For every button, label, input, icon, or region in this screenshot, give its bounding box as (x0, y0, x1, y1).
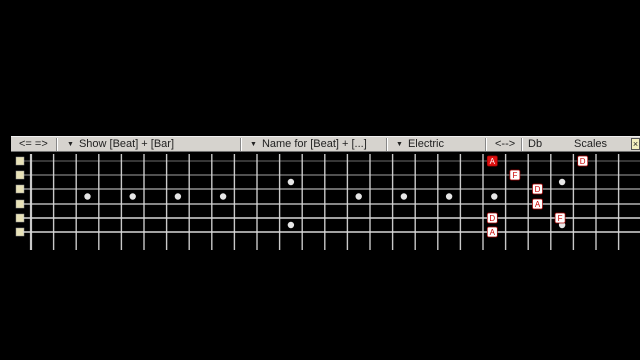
fretboard[interactable]: ADFDAFDA (11, 152, 640, 250)
fret-marker-dot (129, 193, 136, 200)
fretboard-canvas[interactable]: A DFDAFDA (11, 152, 640, 250)
note-label: F (512, 171, 517, 180)
toolbar-divider (240, 138, 242, 151)
note-label: D (489, 214, 495, 223)
fret-marker-dot (400, 193, 408, 200)
fret-marker-dot (287, 178, 295, 186)
note-marker[interactable]: D (486, 212, 498, 224)
toolbar-divider (56, 138, 58, 151)
nav-button[interactable]: <= => (19, 137, 48, 152)
close-icon[interactable]: × (631, 138, 640, 150)
note-label: D (535, 185, 541, 194)
note-label: D (580, 157, 586, 166)
guitar-type-label: Electric (407, 138, 444, 150)
fretboard-toolbar: <= => ▼ Show [Beat] + [Bar] ▼ Name for [Be… (11, 136, 640, 152)
name-dropdown[interactable]: ▼ Name for [Beat] + [...] (250, 137, 367, 152)
guitar-type-dropdown[interactable]: ▼ Electric (396, 137, 444, 152)
fret-marker-dot (174, 193, 182, 200)
triangle-down-icon: ▼ (250, 141, 257, 148)
tuning-peg-icon (15, 227, 25, 237)
mode-selector[interactable]: Scales (574, 137, 607, 152)
scroll-button[interactable]: <--> (495, 137, 515, 152)
fret-marker-dot (558, 178, 566, 186)
note-marker[interactable]: A (532, 198, 543, 210)
note-label: A (535, 200, 541, 209)
note-label: A (490, 157, 496, 166)
tuning-peg-icon (15, 213, 25, 223)
fret-marker-dot (84, 193, 91, 200)
note-label: A (490, 228, 496, 237)
note-marker[interactable]: A (486, 155, 498, 167)
fret-marker-dot (355, 193, 362, 200)
display-dropdown-label: Show [Beat] + [Bar] (78, 138, 175, 150)
note-marker[interactable]: D (532, 183, 543, 195)
triangle-down-icon: ▼ (396, 141, 403, 148)
fret-marker-dot (491, 193, 498, 200)
tuning-peg-icon (15, 170, 25, 180)
tuning-peg-icon (15, 199, 25, 209)
note-label: F (558, 214, 563, 223)
note-marker[interactable]: F (509, 169, 521, 181)
key-selector[interactable]: Db (528, 137, 542, 152)
fret-marker-dot (219, 193, 227, 200)
tuning-peg-icon (15, 156, 25, 166)
note-marker[interactable]: A (486, 226, 498, 238)
name-dropdown-label: Name for [Beat] + [...] (261, 138, 367, 150)
toolbar-divider (521, 138, 523, 151)
fret-marker-dot (287, 221, 295, 229)
note-marker[interactable]: F (554, 212, 566, 224)
toolbar-divider (386, 138, 388, 151)
toolbar-divider (485, 138, 487, 151)
fret-marker-dot (445, 193, 453, 200)
triangle-down-icon: ▼ (67, 141, 74, 148)
tuning-peg-icon (15, 184, 25, 194)
fretboard-window: <= => ▼ Show [Beat] + [Bar] ▼ Name for [Be… (11, 136, 640, 250)
note-marker[interactable]: D (577, 155, 589, 167)
display-dropdown[interactable]: ▼ Show [Beat] + [Bar] (67, 137, 174, 152)
